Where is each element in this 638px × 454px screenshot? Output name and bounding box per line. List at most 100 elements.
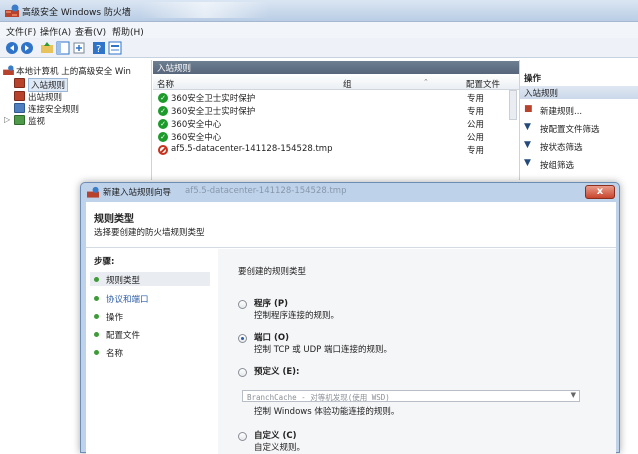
filter-icon: ▼ xyxy=(524,158,531,168)
tree-item-label: 连接安全规则 xyxy=(28,105,80,115)
table-row[interactable]: ✓ 360安全卫士实时保护 专用 xyxy=(153,105,519,117)
column-name[interactable]: 名称 xyxy=(157,78,174,90)
actions-pane: 操作 入站规则 ■ 新建规则... ▼ 按配置文件筛选 ▼ 按状态筛选 ▼ 按组筛选 xyxy=(519,60,638,180)
steps-label: 步骤: xyxy=(94,257,115,267)
scrollbar[interactable] xyxy=(509,90,517,120)
option-port-desc: 控制 TCP 或 UDP 端口连接的规则。 xyxy=(254,345,392,355)
tree-item-label: 入站规则 xyxy=(28,78,69,92)
rule-name: 360安全中心 xyxy=(171,120,222,130)
forward-arrow-icon[interactable] xyxy=(20,41,34,55)
action-filter-state[interactable]: ▼ 按状态筛选 xyxy=(520,138,638,154)
monitoring-icon xyxy=(14,115,25,125)
firewall-app-icon xyxy=(3,65,14,75)
radio-predefined[interactable] xyxy=(238,368,247,377)
action-label: 按配置文件筛选 xyxy=(540,125,600,135)
step-dot-icon xyxy=(94,314,99,319)
column-headers: 名称 组 ⌃ 配置文件 xyxy=(153,76,519,90)
new-rule-icon: ■ xyxy=(524,104,533,114)
tree-root-label: 本地计算机 上的高级安全 Win xyxy=(16,67,131,77)
option-program-label[interactable]: 程序 (P) xyxy=(254,297,288,309)
actions-header: 操作 xyxy=(524,74,542,84)
action-filter-profile[interactable]: ▼ 按配置文件筛选 xyxy=(520,120,638,136)
allow-check-icon: ✓ xyxy=(158,119,168,129)
action-label: 按组筛选 xyxy=(540,161,575,171)
table-row[interactable]: ✓ 360安全中心 公用 xyxy=(153,118,519,130)
chevron-down-icon: ▼ xyxy=(570,391,576,399)
allow-check-icon: ✓ xyxy=(158,132,168,142)
rule-profile: 公用 xyxy=(467,133,485,143)
allow-check-icon: ✓ xyxy=(158,106,168,116)
rule-profile: 公用 xyxy=(467,120,485,130)
rule-name: 360安全卫士实时保护 xyxy=(171,107,256,117)
action-new-rule[interactable]: ■ 新建规则... xyxy=(520,102,638,118)
outbound-rules-icon xyxy=(14,91,25,101)
menu-file[interactable]: 文件(F) xyxy=(6,25,36,38)
firewall-app-icon xyxy=(87,186,99,198)
connection-security-icon xyxy=(14,103,25,113)
dialog-title-bar: 新建入站规则向导 af5.5-datacenter-141128-154528.… xyxy=(81,183,619,201)
menu-help[interactable]: 帮助(H) xyxy=(112,25,144,38)
up-folder-icon[interactable] xyxy=(40,41,54,55)
dialog-title: 新建入站规则向导 xyxy=(103,188,172,198)
expand-arrow-icon[interactable]: ▷ xyxy=(4,115,10,124)
action-filter-group[interactable]: ▼ 按组筛选 xyxy=(520,156,638,172)
rule-type-question: 要创建的规则类型 xyxy=(238,267,307,277)
rule-profile: 专用 xyxy=(467,94,485,104)
step-label: 名称 xyxy=(106,349,124,359)
dialog-body: 规则类型 选择要创建的防火墙规则类型 步骤: 规则类型 协议和端口 操作 配置文… xyxy=(86,202,616,454)
predefined-value: BranchCache - 对等机发现(使用 WSD) xyxy=(247,393,390,402)
step-label: 规则类型 xyxy=(106,276,141,286)
title-glass-decoration xyxy=(140,2,270,18)
table-row[interactable]: af5.5-datacenter-141128-154528.tmp 专用 xyxy=(153,144,519,156)
step-label: 操作 xyxy=(106,313,124,323)
new-inbound-rule-wizard: 新建入站规则向导 af5.5-datacenter-141128-154528.… xyxy=(80,182,620,454)
close-button[interactable]: x xyxy=(585,185,615,199)
step-dot-icon xyxy=(94,277,99,282)
step-label: 协议和端口 xyxy=(106,295,149,305)
dialog-header: 规则类型 选择要创建的防火墙规则类型 xyxy=(86,202,616,248)
title-bar: 高级安全 Windows 防火墙 xyxy=(0,0,638,22)
column-profile[interactable]: 配置文件 xyxy=(466,78,500,90)
rule-name: af5.5-datacenter-141128-154528.tmp xyxy=(171,144,333,154)
window-title: 高级安全 Windows 防火墙 xyxy=(22,8,131,18)
rules-list-pane: 入站规则 名称 组 ⌃ 配置文件 ✓ 360安全卫士实时保护 专用 ✓ 360安全卫士… xyxy=(153,60,519,180)
table-row[interactable]: ✓ 360安全卫士实时保护 专用 xyxy=(153,92,519,104)
step-dot-icon xyxy=(94,332,99,337)
step-label: 配置文件 xyxy=(106,331,141,341)
option-custom-label[interactable]: 自定义 (C) xyxy=(254,429,296,441)
block-icon xyxy=(158,145,168,155)
menu-bar: 文件(F) 操作(A) 查看(V) 帮助(H) xyxy=(0,22,638,38)
table-row[interactable]: ✓ 360安全中心 公用 xyxy=(153,131,519,143)
radio-program[interactable] xyxy=(238,300,247,309)
firewall-app-icon xyxy=(5,4,19,17)
wizard-steps: 步骤: 规则类型 协议和端口 操作 配置文件 名称 xyxy=(86,249,218,454)
option-program-desc: 控制程序连接的规则。 xyxy=(254,311,340,321)
filter-icon: ▼ xyxy=(524,122,531,132)
option-port-label[interactable]: 端口 (O) xyxy=(254,331,289,343)
wizard-subheading: 选择要创建的防火墙规则类型 xyxy=(94,228,205,238)
svg-text:?: ? xyxy=(96,44,101,55)
rule-name: 360安全中心 xyxy=(171,133,222,143)
menu-view[interactable]: 查看(V) xyxy=(75,25,106,38)
toolbar: ? xyxy=(0,38,638,58)
background-row-text: af5.5-datacenter-141128-154528.tmp xyxy=(185,186,347,196)
option-predefined-label[interactable]: 预定义 (E): xyxy=(254,365,299,377)
predefined-select[interactable]: BranchCache - 对等机发现(使用 WSD) ▼ xyxy=(242,390,580,402)
actions-section: 入站规则 xyxy=(520,86,638,99)
option-custom-desc: 自定义规则。 xyxy=(254,443,306,453)
pane-header: 入站规则 xyxy=(153,61,519,74)
option-predefined-desc: 控制 Windows 体验功能连接的规则。 xyxy=(254,407,400,417)
radio-port[interactable] xyxy=(238,334,247,343)
menu-action[interactable]: 操作(A) xyxy=(40,25,71,38)
sort-indicator-icon: ⌃ xyxy=(423,78,429,86)
back-arrow-icon[interactable] xyxy=(5,41,19,55)
column-group[interactable]: 组 xyxy=(343,78,352,90)
step-dot-icon xyxy=(94,296,99,301)
help-icon[interactable]: ? xyxy=(92,41,106,55)
filter-icon: ▼ xyxy=(524,140,531,150)
tree-item-label: 监视 xyxy=(28,117,46,127)
radio-custom[interactable] xyxy=(238,432,247,441)
properties-icon[interactable] xyxy=(108,41,122,55)
show-hide-tree-icon[interactable] xyxy=(56,41,70,55)
export-list-icon[interactable] xyxy=(72,41,86,55)
